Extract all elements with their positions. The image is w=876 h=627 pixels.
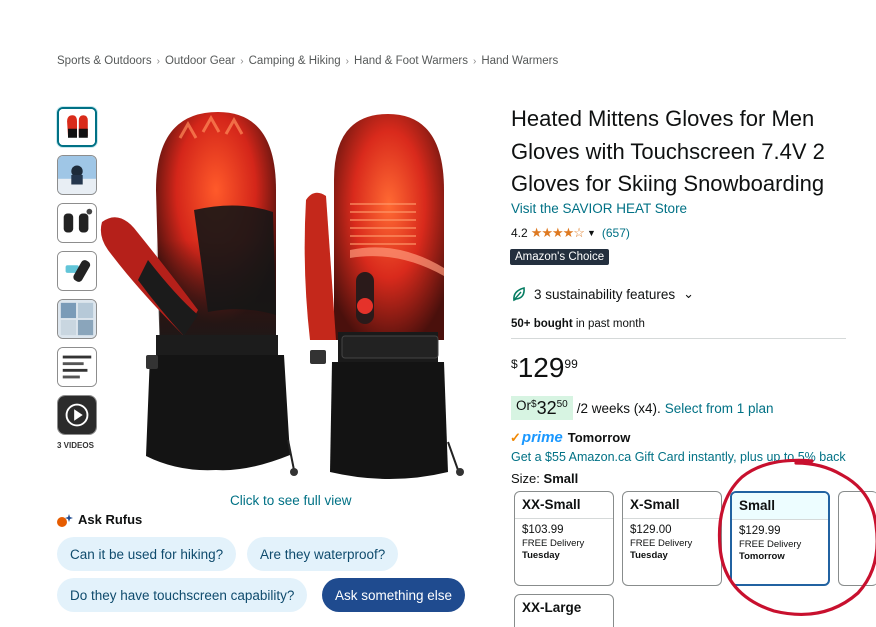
size-option-small[interactable]: Small $129.99 FREE Delivery Tomorrow — [730, 491, 830, 586]
installment-fraction: 50 — [556, 399, 568, 410]
size-price: $129.00 — [630, 524, 672, 536]
breadcrumb-sports-outdoors[interactable]: Sports & Outdoors — [57, 55, 152, 67]
price-fraction: 99 — [564, 357, 578, 371]
size-name: X-Small — [623, 492, 721, 519]
installment-amount: Or $ 32 50 — [511, 396, 573, 420]
installment-whole: 32 — [536, 398, 557, 418]
rufus-header: Ask Rufus — [56, 512, 142, 527]
rufus-panel: Ask Rufus — [56, 512, 142, 527]
videos-label: 3 VIDEOS — [57, 441, 94, 450]
size-price: $103.99 — [522, 524, 564, 536]
thumbnail-video[interactable] — [57, 395, 97, 435]
bought-count: 50+ bought — [511, 318, 573, 330]
thumbnail-accessories[interactable] — [57, 203, 97, 243]
prime-logo: prime — [521, 429, 563, 446]
chevron-down-icon[interactable]: ▼ — [587, 228, 596, 238]
chevron-down-icon: ⌄ — [683, 286, 694, 301]
product-title: Heated Mittens Gloves for Men Gloves wit… — [511, 103, 851, 201]
breadcrumb-separator-icon: › — [472, 56, 477, 67]
thumbnail-gloves-main[interactable] — [57, 107, 97, 147]
size-delivery-day: Tuesday — [522, 550, 560, 561]
power-button-icon — [357, 298, 373, 314]
size-delivery: FREE Delivery — [522, 538, 585, 549]
ask-something-else-button[interactable]: Ask something else — [322, 578, 466, 612]
price-symbol: $ — [511, 357, 518, 371]
size-option-xx-large[interactable]: XX-Large — [514, 594, 614, 627]
product-title-line: Gloves with Touchscreen 7.4V 2 — [511, 138, 825, 164]
size-option-x-small[interactable]: X-Small $129.00 FREE Delivery Tuesday — [622, 491, 722, 586]
rating-value: 4.2 — [511, 226, 528, 240]
click-full-view-link[interactable]: Click to see full view — [230, 493, 352, 508]
rating-row: 4.2 ★★★★☆ ▼ (657) — [511, 225, 630, 241]
installment-period: /2 weeks (x4). — [576, 400, 661, 416]
size-label: Size: Small — [511, 471, 578, 486]
bought-in-past-month: 50+ bought in past month — [511, 318, 645, 330]
gift-card-offer-link[interactable]: Get a $55 Amazon.ca Gift Card instantly,… — [511, 450, 846, 464]
rufus-question-touchscreen[interactable]: Do they have touchscreen capability? — [57, 578, 308, 612]
installment-row: Or $ 32 50 /2 weeks (x4). Select from 1 … — [511, 396, 774, 420]
leaf-icon — [513, 286, 525, 302]
breadcrumb-separator-icon: › — [240, 56, 244, 67]
size-option-partial[interactable] — [838, 491, 876, 586]
sustainability-label: 3 sustainability features — [534, 286, 676, 302]
rating-count-link[interactable]: (657) — [602, 226, 630, 240]
rufus-title: Ask Rufus — [78, 512, 143, 527]
size-name: Small — [732, 493, 828, 520]
size-delivery: FREE Delivery — [739, 539, 802, 550]
size-delivery-day: Tomorrow — [739, 551, 785, 562]
rufus-question-hiking[interactable]: Can it be used for hiking? — [57, 537, 237, 571]
size-name: XX-Small — [515, 492, 613, 519]
select-plan-link[interactable]: Select from 1 plan — [665, 401, 774, 416]
breadcrumb-hand-foot-warmers[interactable]: Hand & Foot Warmers — [354, 55, 468, 67]
rufus-question-waterproof[interactable]: Are they waterproof? — [247, 537, 399, 571]
bought-period: in past month — [572, 318, 645, 330]
thumbnail-skiing[interactable] — [57, 155, 97, 195]
installment-prefix: Or — [516, 398, 531, 413]
size-price: $129.99 — [739, 525, 781, 537]
breadcrumb: Sports & Outdoors › Outdoor Gear › Camping &… — [57, 55, 558, 67]
price: $ 129 99 — [511, 352, 578, 384]
breadcrumb-hand-warmers[interactable]: Hand Warmers — [481, 55, 558, 67]
size-option-xx-small[interactable]: XX-Small $103.99 FREE Delivery Tuesday — [514, 491, 614, 586]
breadcrumb-separator-icon: › — [345, 56, 350, 67]
breadcrumb-camping-hiking[interactable]: Camping & Hiking — [249, 55, 341, 67]
delivery-day: Tomorrow — [567, 430, 631, 445]
thumbnail-features[interactable] — [57, 347, 97, 387]
breadcrumb-outdoor-gear[interactable]: Outdoor Gear — [165, 55, 235, 67]
size-name: XX-Large — [522, 600, 582, 615]
divider — [511, 338, 846, 339]
size-delivery: FREE Delivery — [630, 538, 693, 549]
thumbnail-battery[interactable] — [57, 251, 97, 291]
size-label-text: Size: — [511, 471, 540, 486]
thumbnail-uses[interactable] — [57, 299, 97, 339]
size-selected: Small — [543, 471, 579, 486]
rufus-icon — [57, 513, 73, 527]
price-whole: 129 — [517, 352, 565, 383]
breadcrumb-separator-icon: › — [156, 56, 160, 67]
thumbnail-strip: 3 VIDEOS — [57, 107, 97, 450]
size-delivery-day: Tuesday — [630, 550, 668, 561]
amazons-choice-badge: Amazon's Choice — [510, 249, 610, 265]
star-rating-icon[interactable]: ★★★★☆ — [531, 225, 585, 241]
prime-delivery: ✓ prime Tomorrow — [510, 429, 630, 446]
main-product-image[interactable] — [98, 100, 490, 485]
prime-check-icon: ✓ — [510, 429, 521, 445]
product-title-line: Heated Mittens Gloves for Men — [511, 106, 815, 131]
sustainability-features[interactable]: 3 sustainability features ⌄ — [511, 286, 694, 302]
product-title-line: Gloves for Skiing Snowboarding — [511, 171, 825, 196]
store-link[interactable]: Visit the SAVIOR HEAT Store — [511, 201, 687, 216]
